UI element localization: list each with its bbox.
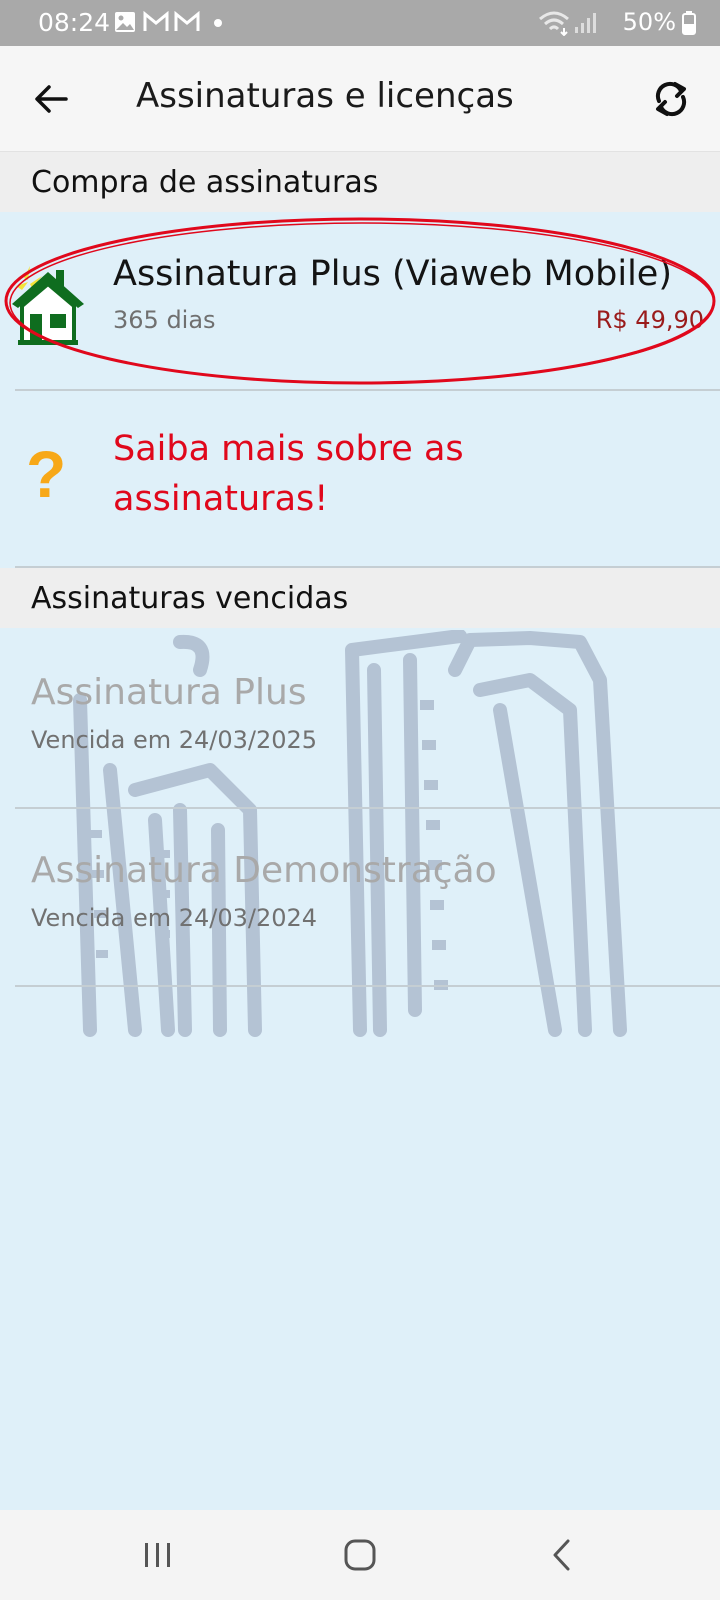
subscription-plan-item[interactable]: Assinatura Plus (Viaweb Mobile) 365 dias…: [0, 214, 720, 390]
arrow-left-icon: [35, 85, 68, 113]
info-link-row[interactable]: ? Saiba mais sobre as assinaturas!: [0, 392, 720, 566]
divider: [15, 985, 720, 987]
house-icon: [12, 266, 84, 345]
status-bar: 08:24 50%: [0, 0, 720, 46]
dot-icon: [214, 19, 222, 27]
gmail-icon: [143, 11, 169, 31]
section-header-label: Assinaturas vencidas: [31, 581, 349, 616]
highlight-ellipse: [4, 217, 716, 385]
wifi-icon: [539, 11, 569, 36]
back-nav-button[interactable]: [532, 1530, 592, 1580]
expired-subscription-item[interactable]: Assinatura Plus Vencida em 24/03/2025: [0, 630, 720, 806]
expired-date: Vencida em 24/03/2025: [31, 726, 318, 754]
section-header-expired: Assinaturas vencidas: [0, 568, 720, 628]
battery-icon: [682, 11, 696, 35]
expired-date: Vencida em 24/03/2024: [31, 904, 318, 932]
section-header-purchase: Compra de assinaturas: [0, 152, 720, 212]
info-link-text: Saiba mais sobre as assinaturas!: [113, 429, 464, 519]
back-button[interactable]: [22, 70, 80, 128]
gallery-icon: [115, 12, 135, 32]
gmail-icon: [174, 11, 200, 31]
home-button[interactable]: [330, 1530, 390, 1580]
plan-duration: 365 dias: [113, 306, 216, 334]
page-title: Assinaturas e licenças: [136, 76, 514, 116]
refresh-icon: [655, 81, 687, 117]
status-time: 08:24: [38, 8, 111, 37]
recents-icon: [145, 1543, 170, 1567]
recents-button[interactable]: [128, 1530, 188, 1580]
signal-icon: [575, 13, 596, 33]
expired-plan-name: Assinatura Plus: [31, 672, 307, 713]
expired-plan-name: Assinatura Demonstração: [31, 850, 497, 891]
battery-percentage: 50%: [622, 8, 676, 36]
refresh-button[interactable]: [642, 70, 700, 128]
plan-price: R$ 49,90: [595, 306, 704, 334]
back-icon: [553, 1539, 570, 1571]
system-nav-bar: [0, 1510, 720, 1600]
divider: [15, 389, 720, 391]
expired-subscription-item[interactable]: Assinatura Demonstração Vencida em 24/03…: [0, 808, 720, 984]
section-header-label: Compra de assinaturas: [31, 165, 379, 200]
question-icon: ?: [26, 437, 67, 511]
home-icon: [344, 1539, 376, 1571]
plan-name: Assinatura Plus (Viaweb Mobile): [113, 254, 672, 294]
app-bar: Assinaturas e licenças: [0, 46, 720, 152]
